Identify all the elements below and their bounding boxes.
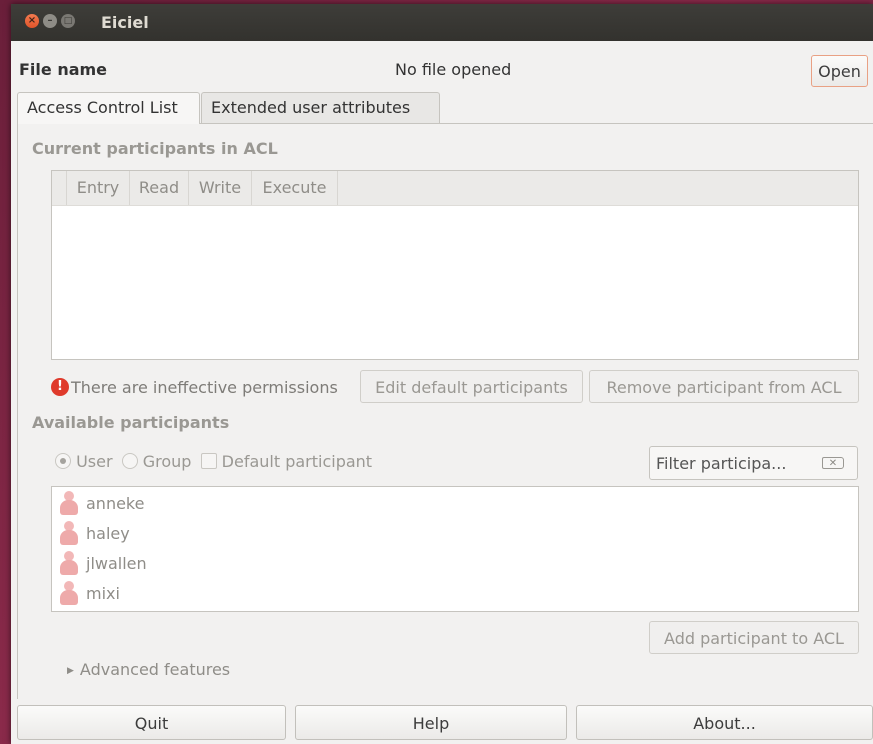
user-name: haley	[86, 524, 130, 543]
column-header-entry[interactable]: Entry	[67, 171, 130, 205]
acl-table-header: Entry Read Write Execute	[52, 171, 858, 206]
file-name-label: File name	[19, 60, 108, 79]
user-radio[interactable]	[55, 452, 71, 469]
file-name-value: No file opened	[395, 60, 512, 79]
group-radio-label[interactable]: Group	[143, 452, 192, 471]
list-item[interactable]: haley	[60, 519, 130, 549]
help-button[interactable]: Help	[295, 705, 567, 740]
user-icon	[60, 520, 78, 545]
about-button[interactable]: About...	[576, 705, 873, 740]
group-radio[interactable]	[121, 452, 138, 469]
maximize-icon[interactable]: □	[61, 14, 75, 28]
user-name: anneke	[86, 494, 145, 513]
warning-text: There are ineffective permissions	[71, 378, 338, 397]
current-participants-title: Current participants in ACL	[32, 139, 278, 158]
advanced-features-label: Advanced features	[79, 660, 231, 679]
default-participant-label[interactable]: Default participant	[222, 452, 372, 471]
quit-button[interactable]: Quit	[17, 705, 286, 740]
filter-participants-field[interactable]: ✕	[649, 446, 858, 480]
column-header-execute[interactable]: Execute	[252, 171, 338, 205]
header-spacer	[52, 171, 67, 205]
column-header-read[interactable]: Read	[130, 171, 189, 205]
close-icon[interactable]: ×	[25, 14, 39, 28]
minimize-icon[interactable]: –	[43, 14, 57, 28]
list-item[interactable]: anneke	[60, 489, 144, 519]
list-item[interactable]: mixi	[60, 579, 120, 609]
tab-extended-user-attributes[interactable]: Extended user attributes	[201, 92, 440, 124]
acl-participants-table[interactable]: Entry Read Write Execute	[51, 170, 859, 360]
available-participants-title: Available participants	[32, 413, 230, 432]
tab-access-control-list[interactable]: Access Control List	[17, 92, 200, 124]
user-name: mixi	[86, 584, 120, 603]
list-item[interactable]: jlwallen	[60, 549, 147, 579]
user-icon	[60, 580, 78, 605]
user-icon	[60, 490, 78, 515]
clear-icon[interactable]: ✕	[822, 457, 844, 469]
warning-icon: !	[51, 377, 69, 396]
user-icon	[60, 550, 78, 575]
window-title: Eiciel	[101, 13, 149, 32]
default-participant-checkbox[interactable]	[200, 452, 217, 469]
title-bar[interactable]: × – □ Eiciel	[11, 4, 873, 41]
eiciel-window: × – □ Eiciel File name No file opened Op…	[11, 4, 873, 744]
filter-participants-input[interactable]	[656, 447, 816, 479]
user-radio-label[interactable]: User	[76, 452, 112, 471]
ineffective-permissions-warning: ! There are ineffective permissions	[51, 375, 338, 401]
participant-type-selector: User Group Default participant	[55, 452, 372, 478]
open-button[interactable]: Open	[811, 55, 868, 87]
user-name: jlwallen	[86, 554, 147, 573]
edit-default-participants-button[interactable]: Edit default participants	[360, 370, 583, 403]
remove-participant-button[interactable]: Remove participant from ACL	[589, 370, 859, 403]
add-participant-button[interactable]: Add participant to ACL	[649, 621, 859, 654]
column-header-write[interactable]: Write	[189, 171, 252, 205]
advanced-features-expander[interactable]: ▶ Advanced features	[67, 660, 230, 679]
available-participants-list[interactable]: anneke haley jlwallen mixi	[51, 486, 859, 612]
expander-triangle-icon: ▶	[67, 666, 74, 676]
